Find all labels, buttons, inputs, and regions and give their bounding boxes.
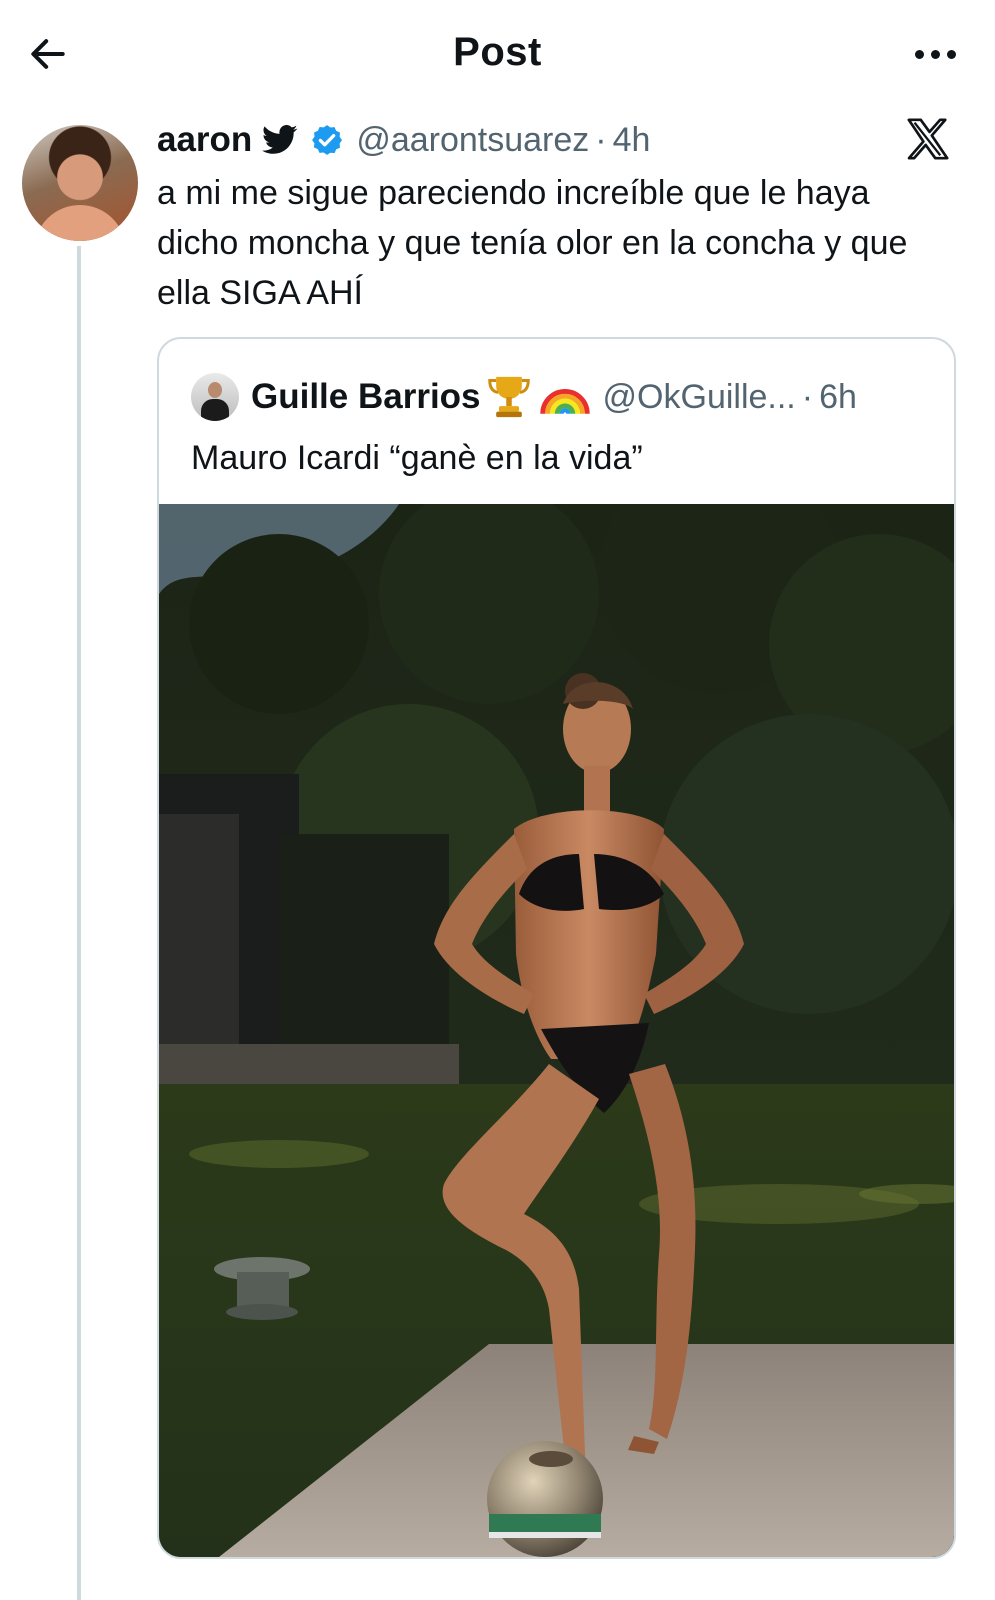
separator-dot: · <box>595 120 607 159</box>
quoted-post-time: 6h <box>819 377 857 416</box>
quoted-author-name: Guille Barrios <box>251 377 481 416</box>
rainbow-icon <box>539 389 590 415</box>
author-avatar[interactable] <box>22 125 138 241</box>
thread-line <box>77 246 81 1600</box>
post-header: aaron @aarontsuarez · 4h <box>157 118 650 162</box>
post-text: a mi me sigue pareciendo increíble que l… <box>157 174 908 312</box>
page-title: Post <box>453 30 542 74</box>
separator-dot: · <box>801 377 814 416</box>
verified-icon <box>312 125 343 155</box>
bird-icon <box>262 125 298 154</box>
quoted-post-header: Guille Barrios @OkGuille... · 6h <box>191 371 857 423</box>
photo-image <box>159 504 954 1557</box>
trophy-icon <box>487 376 530 418</box>
post-time[interactable]: 4h <box>613 121 651 160</box>
x-logo-icon <box>907 118 949 160</box>
more-horizontal-icon <box>914 49 924 59</box>
author-handle[interactable]: @aarontsuarez <box>356 121 589 160</box>
quoted-post-photo[interactable] <box>159 504 954 1557</box>
top-bar: Post <box>0 0 995 106</box>
author-name[interactable]: aaron <box>157 120 252 160</box>
quoted-author-avatar <box>191 373 239 421</box>
quoted-post-text: Mauro Icardi “ganè en la vida” <box>191 439 643 477</box>
more-options-button[interactable] <box>905 34 965 74</box>
quoted-post-card[interactable]: Guille Barrios @OkGuille... · 6h Mauro I… <box>157 337 956 1559</box>
quoted-author-handle: @OkGuille... <box>602 377 796 416</box>
